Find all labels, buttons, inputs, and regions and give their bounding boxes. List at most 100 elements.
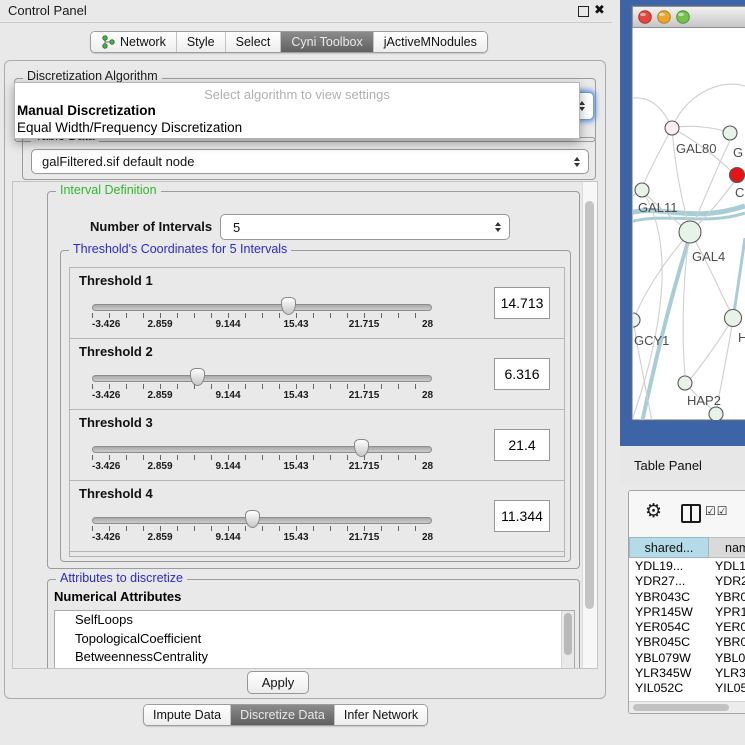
mac-zoom-icon[interactable] <box>677 11 690 24</box>
close-icon[interactable]: ✖ <box>594 2 605 18</box>
slider-track[interactable] <box>92 517 432 524</box>
threshold-4-slider[interactable]: -3.4262.8599.14415.4321.71528 <box>92 509 432 545</box>
slider-ticks <box>92 526 432 531</box>
group-title: Attributes to discretize <box>56 571 187 585</box>
table-data-value: galFiltered.sif default node <box>32 154 574 169</box>
threshold-1-slider[interactable]: -3.4262.8599.14415.4321.71528 <box>92 296 432 332</box>
attributes-group: Attributes to discretize Numerical Attri… <box>47 579 580 669</box>
table-row[interactable]: YDL19...YDL19 <box>629 559 745 574</box>
table-row[interactable]: YIL052CYIL052C <box>629 681 745 696</box>
table-horizontal-scrollbar[interactable] <box>629 701 745 713</box>
dropdown-option-manual[interactable]: Manual Discretization <box>17 103 156 118</box>
threshold-1-value-field[interactable]: 14.713 <box>494 287 550 319</box>
node-label: H <box>738 330 745 345</box>
table-row[interactable]: YBL079WYBL079W <box>629 651 745 666</box>
table-panel: ⚙ ☑☑ shared... name YDL19...YDL19 YDR27.… <box>628 490 745 714</box>
select-columns-icons[interactable]: ☑☑ <box>705 504 729 518</box>
slider-track[interactable] <box>92 446 432 453</box>
threshold-2-slider[interactable]: -3.4262.8599.14415.4321.71528 <box>92 367 432 403</box>
slider-track[interactable] <box>92 375 432 382</box>
table-row[interactable]: YLR345WYLR345W <box>629 666 745 681</box>
scrollbar-thumb[interactable] <box>564 613 572 655</box>
node[interactable] <box>709 407 723 421</box>
table-row[interactable]: YBR043CYBR043C <box>629 590 745 605</box>
tab-style[interactable]: Style <box>176 32 225 52</box>
threshold-3-slider[interactable]: -3.4262.8599.14415.4321.71528 <box>92 438 432 474</box>
tab-select[interactable]: Select <box>225 32 281 52</box>
mac-close-icon[interactable] <box>639 11 652 24</box>
thresholds-panel: Threshold 1 -3.4262.8599.14415.4321.7152… <box>69 267 565 557</box>
threshold-label: Threshold 2 <box>79 344 153 359</box>
tab-impute-data[interactable]: Impute Data <box>144 705 230 725</box>
bottom-tabs: Impute Data Discretize Data Infer Networ… <box>143 704 428 726</box>
node-red[interactable] <box>730 168 745 183</box>
number-of-intervals-combo[interactable]: 5 <box>220 214 510 240</box>
float-window-icon[interactable] <box>578 6 589 17</box>
list-item[interactable]: BetweennessCentrality <box>55 648 574 667</box>
threshold-4-panel: Threshold 4 -3.4262.8599.14415.4321.7152… <box>69 480 565 552</box>
tab-network[interactable]: Network <box>91 32 176 52</box>
columns-icon[interactable] <box>681 504 701 523</box>
node-gcy1[interactable] <box>626 313 640 327</box>
gear-icon[interactable]: ⚙ <box>645 500 662 523</box>
node-hap2[interactable] <box>678 376 692 390</box>
node-gal80[interactable] <box>665 121 679 135</box>
tab-jactivemnodules[interactable]: jActiveMNodules <box>373 32 487 52</box>
threshold-4-value-field[interactable]: 11.344 <box>494 500 550 532</box>
combo-spinner-icon <box>495 222 501 232</box>
slider-track[interactable] <box>92 304 432 311</box>
interval-definition-group: Interval Definition Number of Intervals … <box>47 191 580 569</box>
list-item[interactable]: SelfLoops <box>55 611 574 630</box>
control-panel-titlebar: Control Panel ✖ <box>0 0 612 23</box>
threshold-1-panel: Threshold 1 -3.4262.8599.14415.4321.7152… <box>69 267 565 339</box>
table-row[interactable]: YPR145WYPR145W <box>629 605 745 620</box>
threshold-2-value-field[interactable]: 6.316 <box>494 358 550 390</box>
threshold-3-value-field[interactable]: 21.4 <box>494 429 550 461</box>
table-toolbar: ⚙ ☑☑ <box>629 491 745 535</box>
threshold-label: Threshold 3 <box>79 415 153 430</box>
group-title: Interval Definition <box>56 183 161 197</box>
node-label: G <box>733 145 743 160</box>
scrollbar-thumb[interactable] <box>585 201 594 609</box>
node-label: C <box>735 185 744 200</box>
tab-discretize-data[interactable]: Discretize Data <box>230 705 334 725</box>
tab-infer-network[interactable]: Infer Network <box>334 705 427 725</box>
list-scrollbar[interactable] <box>561 611 574 669</box>
highlight <box>659 13 665 16</box>
settings-scrollbar[interactable] <box>582 182 597 668</box>
number-of-intervals-value: 5 <box>221 220 495 235</box>
thresholds-group: Threshold's Coordinates for 5 Intervals … <box>60 250 571 562</box>
node[interactable] <box>723 126 737 140</box>
slider-ticks <box>92 455 432 460</box>
number-of-intervals-label: Number of Intervals <box>90 219 212 234</box>
network-view-window[interactable]: GAL80 G C GAL11 GAL4 GCY1 H HAP2 <box>620 0 745 446</box>
tab-cyni-toolbox[interactable]: Cyni Toolbox <box>280 32 372 52</box>
column-header-shared-name[interactable]: shared... <box>629 537 709 558</box>
scrollbar-thumb[interactable] <box>633 704 729 711</box>
threshold-label: Threshold 4 <box>79 486 153 501</box>
column-header-name[interactable]: name <box>709 537 745 558</box>
app-root: Control Panel ✖ Network Style Select Cyn… <box>0 0 745 745</box>
list-item[interactable]: TopologicalCoefficient <box>55 630 574 649</box>
node-gal4[interactable] <box>679 221 701 243</box>
control-panel-tabs: Network Style Select Cyni Toolbox jActiv… <box>90 31 488 53</box>
mac-minimize-icon[interactable] <box>658 11 671 24</box>
table-data-combo[interactable]: galFiltered.sif default node <box>31 149 589 174</box>
table-row[interactable]: YER054CYER054C <box>629 620 745 635</box>
group-title: Discretization Algorithm <box>23 69 162 83</box>
node-label: GAL80 <box>676 141 716 156</box>
group-title: Threshold's Coordinates for 5 Intervals <box>69 242 291 256</box>
apply-button[interactable]: Apply <box>247 671 309 694</box>
highlight <box>640 13 646 16</box>
table-row[interactable]: YBR045CYBR045C <box>629 635 745 650</box>
slider-tick-labels: -3.4262.8599.14415.4321.71528 <box>92 319 432 331</box>
table-data-group: Table Data galFiltered.sif default node <box>22 137 596 180</box>
table-panel-title: Table Panel <box>634 458 702 473</box>
highlight <box>678 13 684 16</box>
node[interactable] <box>725 310 742 327</box>
dropdown-option-equal-width[interactable]: Equal Width/Frequency Discretization <box>17 120 242 135</box>
attributes-list: SelfLoops TopologicalCoefficient Between… <box>54 610 575 669</box>
combo-spinner-icon <box>574 157 580 167</box>
table-row[interactable]: YDR27...YDR27 <box>629 574 745 589</box>
node-gal11[interactable] <box>635 183 649 197</box>
